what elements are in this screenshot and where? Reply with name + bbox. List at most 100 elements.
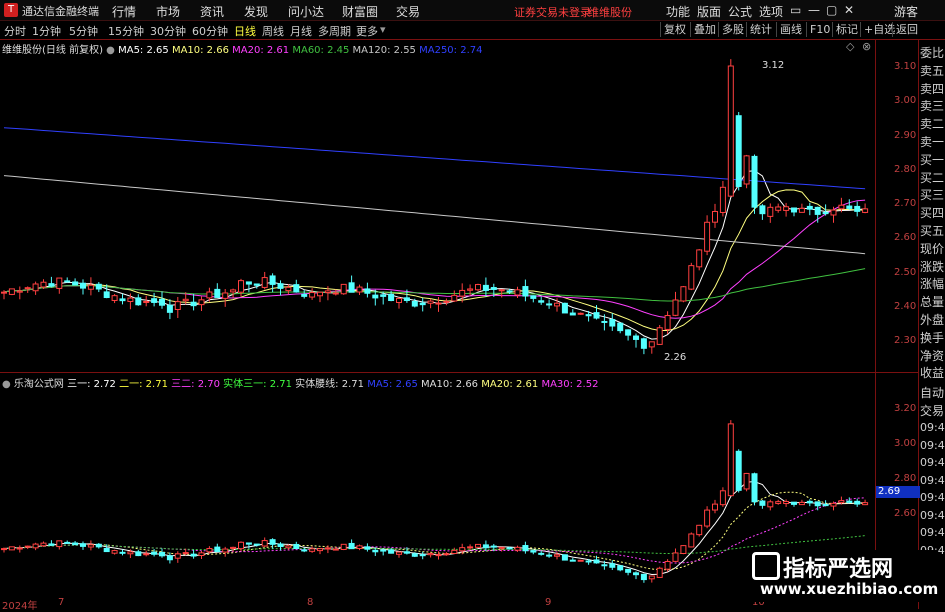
period-weekly[interactable]: 周线 (262, 23, 284, 39)
menu-faxian[interactable]: 发现 (244, 3, 268, 20)
period-fenshi[interactable]: 分时 (4, 23, 26, 39)
candle-body (16, 290, 23, 293)
sub-axis-label: 3.00 (894, 438, 917, 449)
btn-tongji[interactable]: 统计 (746, 22, 775, 37)
candle-body (174, 553, 181, 559)
menu-shichang[interactable]: 市场 (156, 3, 180, 20)
candle-body (222, 548, 229, 553)
candle-body (324, 547, 331, 550)
candle-body (735, 115, 742, 187)
btn-fanhui[interactable]: 返回 (892, 22, 921, 37)
menu-caifuquan[interactable]: 财富圈 (342, 3, 378, 20)
candle-body (656, 567, 663, 578)
candle-body (95, 543, 102, 548)
quote-field-label: 现价 (920, 241, 945, 256)
quote-field-label: 卖三 (920, 99, 945, 114)
sub-axis-label: 3.20 (894, 403, 917, 414)
menu-gongshi[interactable]: 公式 (728, 3, 752, 20)
candle-body (530, 550, 537, 553)
menu-banmian[interactable]: 版面 (697, 3, 721, 20)
menu-gongneng[interactable]: 功能 (666, 3, 690, 20)
maximize-icon[interactable]: ▢ (826, 3, 837, 17)
candle-body (403, 297, 410, 301)
main-axis-label: 3.00 (894, 95, 917, 106)
candle-body (522, 286, 529, 297)
main-axis-label: 2.30 (894, 335, 917, 346)
candle-body (182, 552, 189, 555)
btn-huaxian[interactable]: 画线 (776, 22, 805, 37)
quote-field-label: 卖二 (920, 117, 945, 132)
candle-body (783, 501, 790, 505)
period-15min[interactable]: 15分钟 (108, 23, 144, 39)
close-icon[interactable]: ✕ (844, 3, 854, 17)
chevron-down-icon[interactable]: ▾ (380, 23, 386, 36)
quote-field-label: 总量 (920, 295, 945, 310)
guest-label[interactable]: 游客 (894, 3, 918, 20)
candle-body (569, 312, 576, 316)
quote-field-label: 买五 (920, 224, 945, 238)
btn-diejia[interactable]: 叠加 (690, 22, 719, 37)
candle-body (743, 155, 750, 185)
period-60min[interactable]: 60分钟 (192, 23, 228, 39)
candle-body (261, 540, 268, 547)
menu-wenxiaoda[interactable]: 问小达 (288, 3, 324, 20)
candle-body (427, 553, 434, 556)
candle-body (838, 500, 845, 504)
candle-body (72, 542, 79, 546)
period-30min[interactable]: 30分钟 (150, 23, 186, 39)
candle-body (435, 554, 442, 557)
period-monthly[interactable]: 月线 (290, 23, 312, 39)
candle-body (514, 289, 521, 296)
sub-kline-chart[interactable] (0, 385, 875, 597)
candle-body (396, 551, 402, 555)
candle-body (285, 286, 292, 292)
btn-biaoji[interactable]: 标记 (832, 22, 861, 37)
period-more[interactable]: 更多 (356, 23, 378, 39)
period-multi[interactable]: 多周期 (318, 23, 351, 39)
candle-body (633, 572, 639, 576)
menu-zixun[interactable]: 资讯 (200, 3, 224, 20)
candle-body (814, 501, 821, 507)
candle-body (759, 500, 766, 506)
quote-field-label: 外盘 (920, 313, 945, 327)
candle-body (301, 293, 308, 297)
sub-axis-label: 2.80 (894, 473, 917, 484)
minimize-icon[interactable]: — (808, 3, 820, 17)
login-warning[interactable]: 证券交易未登录 (514, 4, 591, 20)
menu-hangqing[interactable]: 行情 (112, 3, 136, 20)
sub-axis-label: 2.60 (894, 508, 917, 519)
candle-body (87, 284, 94, 290)
candle-body (269, 539, 276, 545)
candle-body (190, 553, 197, 557)
candle-body (775, 501, 782, 504)
candle-body (8, 546, 15, 551)
period-5min[interactable]: 5分钟 (69, 23, 98, 39)
btn-duogu[interactable]: 多股 (718, 22, 747, 37)
candle-body (143, 553, 150, 556)
candle-body (230, 289, 237, 293)
btn-fuquan[interactable]: 复权 (660, 22, 689, 37)
menu-jiaoyi[interactable]: 交易 (396, 3, 420, 20)
restore-icon[interactable]: ▭ (790, 3, 801, 17)
candle-body (791, 207, 797, 213)
period-1min[interactable]: 1分钟 (32, 23, 61, 39)
candle-body (727, 65, 734, 197)
trade-time: 09:45 (920, 421, 945, 434)
menu-xuanxiang[interactable]: 选项 (759, 3, 783, 20)
quote-field-label: 自动 (920, 386, 945, 400)
candle-body (704, 221, 711, 252)
candle-body (443, 300, 450, 303)
trade-time: 09:45 (920, 438, 945, 452)
period-daily[interactable]: 日线 (234, 23, 256, 39)
candle-body (672, 299, 679, 316)
candle-body (8, 288, 15, 295)
main-kline-chart[interactable]: 3.12 2.26 (0, 40, 875, 372)
btn-f10[interactable]: F10 (806, 22, 833, 37)
candle-body (585, 314, 592, 317)
candle-body (182, 298, 189, 302)
candle-body (846, 500, 853, 503)
candle-body (151, 551, 158, 555)
candle-body (24, 287, 31, 290)
trade-time: 09:45 (920, 508, 945, 522)
candle-body (332, 548, 339, 551)
